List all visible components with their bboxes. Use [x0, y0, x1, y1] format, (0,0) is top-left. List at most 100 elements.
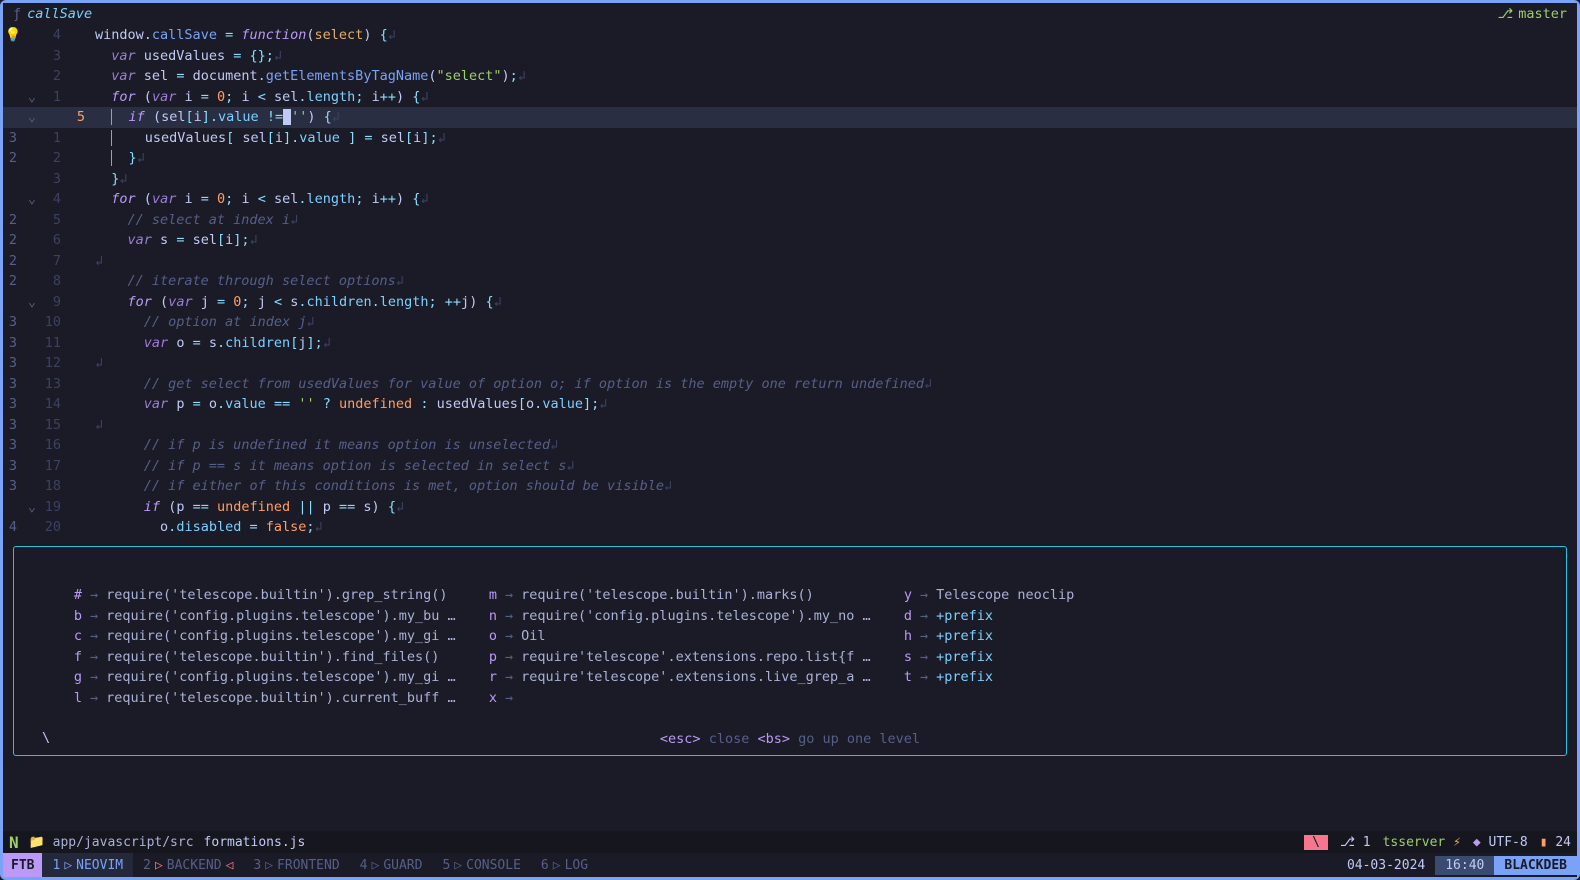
code-line[interactable]: 311 var o = s.children[j];↲: [3, 333, 1577, 354]
code-line[interactable]: 312↲: [3, 353, 1577, 374]
fold-indicator[interactable]: [23, 456, 41, 477]
fold-indicator[interactable]: [23, 148, 41, 169]
fold-indicator[interactable]: [23, 476, 41, 497]
whichkey-item[interactable]: f→require('telescope.builtin').find_file…: [64, 647, 479, 668]
code-content[interactable]: // select at index i↲: [95, 210, 1577, 231]
tmux-tab[interactable]: 3 ▷ FRONTEND: [243, 853, 349, 877]
code-content[interactable]: var s = sel[i];↲: [95, 230, 1577, 251]
code-line[interactable]: 22 }↲: [3, 148, 1577, 169]
code-line[interactable]: 💡4window.callSave = function(select) {↲: [3, 25, 1577, 46]
code-line[interactable]: 316 // if p is undefined it means option…: [3, 435, 1577, 456]
code-line[interactable]: 3 }↲: [3, 169, 1577, 190]
code-content[interactable]: if (p == undefined || p == s) {↲: [95, 497, 1577, 518]
fold-indicator[interactable]: ⌄: [23, 292, 41, 313]
code-line[interactable]: 27↲: [3, 251, 1577, 272]
code-content[interactable]: var o = s.children[j];↲: [95, 333, 1577, 354]
code-line[interactable]: 3 var usedValues = {};↲: [3, 46, 1577, 67]
code-content[interactable]: ↲: [95, 415, 1577, 436]
code-line[interactable]: 317 // if p == s it means option is sele…: [3, 456, 1577, 477]
whichkey-item[interactable]: d→+prefix: [894, 606, 1309, 627]
code-content[interactable]: // get select from usedValues for value …: [95, 374, 1577, 395]
tmux-tab[interactable]: 1 ▷ NEOVIM: [42, 853, 133, 877]
line-number-absolute: [65, 312, 95, 333]
whichkey-item[interactable]: t→+prefix: [894, 667, 1309, 688]
editor[interactable]: 💡4window.callSave = function(select) {↲3…: [3, 25, 1577, 541]
fold-indicator[interactable]: [23, 312, 41, 333]
code-line[interactable]: 315↲: [3, 415, 1577, 436]
code-content[interactable]: // option at index j↲: [95, 312, 1577, 333]
fold-indicator[interactable]: ⌄: [23, 87, 41, 108]
whichkey-item[interactable]: r→require'telescope'.extensions.live_gre…: [479, 667, 894, 688]
code-line[interactable]: ⌄5 if (sel[i].value !='') {↲: [3, 107, 1577, 128]
code-content[interactable]: o.disabled = false;↲: [95, 517, 1577, 538]
code-content[interactable]: ↲: [95, 353, 1577, 374]
code-content[interactable]: var p = o.value == '' ? undefined : used…: [95, 394, 1577, 415]
whichkey-item[interactable]: h→+prefix: [894, 626, 1309, 647]
fold-indicator[interactable]: [23, 66, 41, 87]
tmux-tab[interactable]: 5 ▷ CONSOLE: [432, 853, 530, 877]
fold-indicator[interactable]: [23, 333, 41, 354]
code-line[interactable]: 310 // option at index j↲: [3, 312, 1577, 333]
code-line[interactable]: 314 var p = o.value == '' ? undefined : …: [3, 394, 1577, 415]
code-line[interactable]: ⌄9 for (var j = 0; j < s.children.length…: [3, 292, 1577, 313]
fold-indicator[interactable]: [23, 394, 41, 415]
whichkey-item[interactable]: g→require('config.plugins.telescope').my…: [64, 667, 479, 688]
code-content[interactable]: ↲: [95, 251, 1577, 272]
fold-indicator[interactable]: [23, 230, 41, 251]
code-line[interactable]: 26 var s = sel[i];↲: [3, 230, 1577, 251]
code-content[interactable]: }↲: [95, 148, 1577, 169]
code-content[interactable]: var usedValues = {};↲: [95, 46, 1577, 67]
code-content[interactable]: var sel = document.getElementsByTagName(…: [95, 66, 1577, 87]
fold-indicator[interactable]: [23, 435, 41, 456]
code-content[interactable]: // if p is undefined it means option is …: [95, 435, 1577, 456]
fold-indicator[interactable]: [23, 415, 41, 436]
fold-indicator[interactable]: ⌄: [23, 189, 41, 210]
fold-indicator[interactable]: [23, 271, 41, 292]
whichkey-item[interactable]: m→require('telescope.builtin').marks(): [479, 585, 894, 606]
whichkey-item[interactable]: p→require'telescope'.extensions.repo.lis…: [479, 647, 894, 668]
tmux-tab[interactable]: 6 ▷ LOG: [531, 853, 598, 877]
whichkey-item[interactable]: b→require('config.plugins.telescope').my…: [64, 606, 479, 627]
fold-indicator[interactable]: ⌄: [23, 107, 41, 128]
fold-indicator[interactable]: [23, 374, 41, 395]
fold-indicator[interactable]: [23, 251, 41, 272]
code-content[interactable]: // iterate through select options↲: [95, 271, 1577, 292]
fold-indicator[interactable]: [23, 210, 41, 231]
fold-indicator[interactable]: [23, 25, 41, 46]
whichkey-item[interactable]: l→require('telescope.builtin').current_b…: [64, 688, 479, 709]
fold-indicator[interactable]: [23, 169, 41, 190]
whichkey-item[interactable]: y→Telescope neoclip: [894, 585, 1309, 606]
code-line[interactable]: 31 usedValues[ sel[i].value ] = sel[i];↲: [3, 128, 1577, 149]
fold-indicator[interactable]: ⌄: [23, 497, 41, 518]
code-line[interactable]: ⌄19 if (p == undefined || p == s) {↲: [3, 497, 1577, 518]
code-line[interactable]: 28 // iterate through select options↲: [3, 271, 1577, 292]
code-line[interactable]: 420 o.disabled = false;↲: [3, 517, 1577, 538]
whichkey-item[interactable]: o→Oil: [479, 626, 894, 647]
code-content[interactable]: usedValues[ sel[i].value ] = sel[i];↲: [95, 128, 1577, 149]
fold-indicator[interactable]: [23, 46, 41, 67]
tmux-tab[interactable]: 2 ▷BACKEND◁: [133, 853, 243, 877]
fold-indicator[interactable]: [23, 517, 41, 538]
whichkey-item[interactable]: s→+prefix: [894, 647, 1309, 668]
fold-indicator[interactable]: [23, 353, 41, 374]
code-line[interactable]: ⌄1 for (var i = 0; i < sel.length; i++) …: [3, 87, 1577, 108]
code-line[interactable]: 318 // if either of this conditions is m…: [3, 476, 1577, 497]
tmux-tab[interactable]: 4 ▷ GUARD: [350, 853, 433, 877]
whichkey-item[interactable]: n→require('config.plugins.telescope').my…: [479, 606, 894, 627]
code-line[interactable]: 25 // select at index i↲: [3, 210, 1577, 231]
whichkey-item[interactable]: c→require('config.plugins.telescope').my…: [64, 626, 479, 647]
whichkey-item[interactable]: #→require('telescope.builtin').grep_stri…: [64, 585, 479, 606]
code-content[interactable]: // if either of this conditions is met, …: [95, 476, 1577, 497]
whichkey-item[interactable]: x→: [479, 688, 894, 709]
code-content[interactable]: // if p == s it means option is selected…: [95, 456, 1577, 477]
code-line[interactable]: 2 var sel = document.getElementsByTagNam…: [3, 66, 1577, 87]
code-line[interactable]: ⌄4 for (var i = 0; i < sel.length; i++) …: [3, 189, 1577, 210]
code-content[interactable]: for (var i = 0; i < sel.length; i++) {↲: [95, 189, 1577, 210]
code-content[interactable]: for (var i = 0; i < sel.length; i++) {↲: [95, 87, 1577, 108]
code-content[interactable]: for (var j = 0; j < s.children.length; +…: [95, 292, 1577, 313]
code-line[interactable]: 313 // get select from usedValues for va…: [3, 374, 1577, 395]
fold-indicator[interactable]: [23, 128, 41, 149]
code-content[interactable]: }↲: [95, 169, 1577, 190]
code-content[interactable]: window.callSave = function(select) {↲: [95, 25, 1577, 46]
code-content[interactable]: if (sel[i].value !='') {↲: [95, 107, 1577, 128]
